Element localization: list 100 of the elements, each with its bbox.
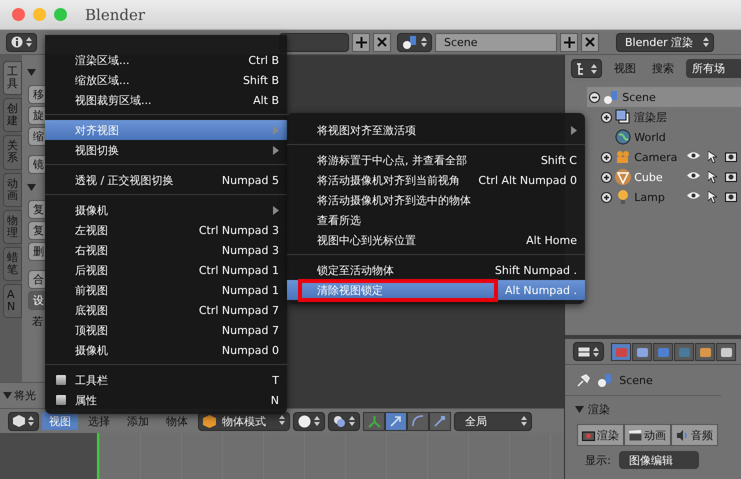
menu-tab[interactable]: 添加 bbox=[120, 412, 156, 430]
add-button[interactable] bbox=[560, 32, 578, 52]
render-button[interactable]: 动画 bbox=[624, 424, 672, 446]
menu-item[interactable]: 后视图 Ctrl Numpad 1 bbox=[45, 260, 287, 280]
scene-field[interactable]: Scene bbox=[435, 32, 557, 52]
filter-dropdown[interactable]: 所有场 bbox=[686, 59, 741, 78]
outliner-item-label: Cube bbox=[634, 170, 663, 184]
manipulator-toggle[interactable] bbox=[363, 412, 385, 430]
scene-type-button[interactable] bbox=[397, 32, 432, 52]
editor-type-button[interactable] bbox=[573, 342, 604, 361]
plus-circle-icon[interactable] bbox=[601, 172, 612, 182]
plus-circle-icon[interactable] bbox=[601, 112, 612, 122]
manipulator-toggle[interactable] bbox=[385, 412, 407, 430]
tool-tab[interactable]: 工具 bbox=[3, 61, 22, 96]
menu-tab[interactable]: 选择 bbox=[81, 412, 117, 430]
menu-item[interactable]: 底视图 Ctrl Numpad 7 bbox=[45, 300, 287, 320]
menu-tab[interactable]: 物体 bbox=[159, 412, 195, 430]
menu-item[interactable]: 工具栏 T bbox=[45, 370, 287, 390]
pivot-dropdown[interactable] bbox=[328, 412, 360, 430]
speaker-icon bbox=[676, 430, 690, 440]
orientation-dropdown[interactable]: 全局 bbox=[454, 412, 532, 430]
context-label: Scene bbox=[619, 374, 653, 386]
menu-item[interactable]: 将活动摄像机对齐到选中的物体 bbox=[287, 190, 585, 210]
cursor-icon[interactable] bbox=[708, 171, 717, 183]
outliner-row[interactable]: Cube bbox=[587, 167, 741, 187]
tool-button[interactable]: 合 bbox=[28, 270, 45, 289]
tool-button[interactable]: 删 bbox=[28, 242, 45, 261]
menu-item[interactable]: 属性 N bbox=[45, 390, 287, 410]
plus-circle-icon[interactable] bbox=[601, 152, 612, 162]
menu-item[interactable]: 查看所选 bbox=[287, 210, 585, 230]
menu-item[interactable]: 前视图 Numpad 1 bbox=[45, 280, 287, 300]
checkbox[interactable] bbox=[55, 374, 67, 386]
render-button[interactable]: 渲染 bbox=[577, 424, 624, 446]
tool-button[interactable]: 旋 bbox=[28, 106, 45, 125]
panel-title: 将光 bbox=[14, 388, 36, 403]
tool-button[interactable]: 设 bbox=[28, 291, 45, 310]
editor-type-button[interactable] bbox=[6, 32, 37, 52]
plus-icon bbox=[564, 36, 574, 48]
plus-circle-icon[interactable] bbox=[601, 192, 612, 202]
panel-header[interactable]: 渲染 bbox=[565, 396, 741, 422]
menu-item[interactable]: 视图中心到光标位置 Alt Home bbox=[287, 230, 585, 250]
tool-button[interactable]: 镜 bbox=[28, 155, 45, 174]
outliner-row[interactable]: Camera bbox=[587, 147, 741, 167]
menu-item[interactable]: 将游标置于中心点, 并查看全部 Shift C bbox=[287, 150, 585, 170]
updown-arrows-icon bbox=[703, 36, 709, 48]
delete-button[interactable] bbox=[373, 32, 391, 52]
menu-item[interactable]: 将活动摄像机对齐到当前视角 Ctrl Alt Numpad 0 bbox=[287, 170, 585, 190]
menu-item[interactable]: 顶视图 Numpad 7 bbox=[45, 320, 287, 340]
manipulator-toggle[interactable] bbox=[429, 412, 451, 430]
outliner-row[interactable]: Scene bbox=[587, 87, 741, 107]
menu-item[interactable]: 视图切换 bbox=[45, 140, 287, 160]
eye-icon[interactable] bbox=[687, 191, 700, 200]
cursor-icon[interactable] bbox=[708, 151, 717, 163]
editor-type-button[interactable] bbox=[571, 59, 602, 78]
minus-circle-icon[interactable] bbox=[589, 92, 600, 102]
layout-field[interactable] bbox=[279, 32, 349, 52]
outliner-row[interactable]: World bbox=[587, 127, 741, 147]
circles-icon bbox=[333, 414, 346, 428]
updown-arrows-icon bbox=[26, 36, 32, 48]
menu-tab[interactable]: 搜索 bbox=[648, 61, 678, 76]
delete-button[interactable] bbox=[581, 32, 599, 52]
menu-item[interactable]: 对齐视图 bbox=[45, 120, 287, 140]
tool-button[interactable]: 缩 bbox=[28, 127, 45, 146]
cursor-icon[interactable] bbox=[708, 191, 717, 203]
pin-icon[interactable] bbox=[577, 373, 592, 387]
properties-tab[interactable] bbox=[611, 342, 632, 360]
display-dropdown[interactable]: 图像编辑 bbox=[618, 451, 699, 469]
add-button[interactable] bbox=[352, 32, 370, 52]
eye-icon[interactable] bbox=[687, 171, 700, 180]
menu-item[interactable]: 渲染区域... Ctrl B bbox=[45, 50, 287, 70]
menu-tab[interactable]: 视图 bbox=[42, 412, 78, 430]
outliner-item-label: Scene bbox=[622, 90, 656, 104]
tool-button[interactable]: 复 bbox=[28, 221, 45, 240]
menu-item[interactable]: 摄像机 bbox=[45, 200, 287, 220]
menu-item[interactable]: 右视图 Numpad 3 bbox=[45, 240, 287, 260]
menu-tab[interactable]: 视图 bbox=[610, 61, 640, 76]
close-icon bbox=[585, 37, 595, 47]
eye-icon[interactable] bbox=[687, 151, 700, 160]
properties-tab[interactable] bbox=[695, 342, 716, 360]
render-engine-dropdown[interactable]: Blender 渲染 bbox=[616, 32, 714, 52]
menu-item[interactable]: 视图裁剪区域... Alt B bbox=[45, 90, 287, 110]
menu-item[interactable]: 缩放区域... Shift B bbox=[45, 70, 287, 90]
menu-item[interactable]: 摄像机 Numpad 0 bbox=[45, 340, 287, 360]
properties-tab[interactable] bbox=[632, 342, 652, 360]
render-button[interactable]: 音频 bbox=[671, 424, 718, 446]
tool-button[interactable]: 复 bbox=[28, 200, 45, 219]
properties-tab[interactable] bbox=[716, 342, 736, 360]
menu-item[interactable]: 将视图对齐至激活项 bbox=[287, 120, 585, 140]
properties-tab[interactable] bbox=[653, 342, 674, 360]
menu-item[interactable]: 透视 / 正交视图切换 Numpad 5 bbox=[45, 170, 287, 190]
panel-title: 渲染 bbox=[588, 402, 610, 416]
shading-dropdown[interactable] bbox=[293, 412, 325, 430]
checkbox[interactable] bbox=[55, 394, 67, 406]
manipulator-toggle[interactable] bbox=[407, 412, 429, 430]
outliner-row[interactable]: 渲染层 bbox=[587, 107, 741, 127]
outliner-row[interactable]: Lamp bbox=[587, 187, 741, 207]
menu-item[interactable]: 左视图 Ctrl Numpad 3 bbox=[45, 220, 287, 240]
tool-button[interactable]: 移 bbox=[28, 85, 45, 104]
editor-type-button[interactable] bbox=[8, 412, 39, 430]
menu-item[interactable]: 锁定至活动物体 Shift Numpad . bbox=[287, 260, 585, 280]
